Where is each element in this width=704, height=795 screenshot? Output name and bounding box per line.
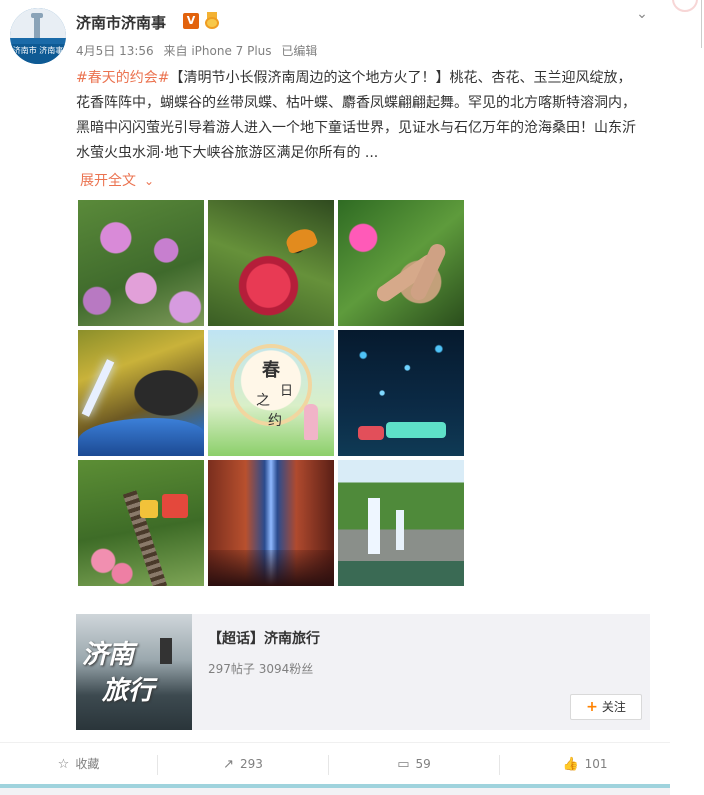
favorite-button[interactable]: ☆ 收藏 bbox=[0, 743, 157, 785]
waterfall bbox=[368, 498, 380, 554]
favorite-label: 收藏 bbox=[75, 757, 100, 771]
boat bbox=[386, 422, 446, 438]
comment-button[interactable]: ▭ 59 bbox=[329, 743, 499, 785]
post-meta: 4月5日 13:56 来自 iPhone 7 Plus 已编辑 bbox=[76, 42, 323, 59]
image-thumbnail-waterfall[interactable] bbox=[338, 460, 464, 586]
boat bbox=[358, 426, 384, 440]
post-timestamp[interactable]: 4月5日 13:56 bbox=[76, 44, 154, 58]
plus-icon: + bbox=[586, 699, 598, 715]
topic-stats: 297帖子 3094粉丝 bbox=[208, 662, 314, 676]
cave-path bbox=[78, 418, 204, 456]
image-thumbnail-spring-poster[interactable]: 春 日 之 约 bbox=[208, 330, 334, 456]
expand-label: 展开全文 bbox=[80, 173, 136, 189]
canyon-shadow bbox=[208, 550, 334, 586]
stamp-decoration bbox=[672, 0, 698, 12]
image-grid: 春 日 之 约 bbox=[78, 200, 464, 586]
train-car bbox=[140, 500, 158, 518]
topic-image[interactable]: 济南 旅行 bbox=[76, 614, 192, 730]
comment-icon: ▭ bbox=[397, 757, 410, 772]
comment-count: 59 bbox=[415, 757, 431, 771]
medal-icon[interactable] bbox=[204, 12, 220, 30]
waterfall bbox=[396, 510, 404, 550]
cave-light bbox=[81, 359, 115, 417]
like-count: 101 bbox=[584, 757, 608, 771]
image-thumbnail-hands-butterfly[interactable] bbox=[338, 200, 464, 326]
image-thumbnail-glowworm-cave[interactable] bbox=[338, 330, 464, 456]
bottom-accent-bar bbox=[0, 784, 670, 788]
avatar[interactable]: 济南市 济南事 bbox=[10, 8, 66, 64]
right-edge-panel bbox=[670, 0, 704, 795]
butterfly-wing bbox=[283, 225, 319, 255]
avatar-tower bbox=[34, 16, 40, 38]
image-thumbnail-cave[interactable] bbox=[78, 330, 204, 456]
thumbs-up-icon: 👍 bbox=[562, 757, 579, 772]
topic-title[interactable]: 【超话】济南旅行 bbox=[208, 628, 320, 648]
image-thumbnail-mini-train[interactable] bbox=[78, 460, 204, 586]
repost-count: 293 bbox=[240, 757, 263, 771]
image-thumbnail-butterfly-rose[interactable] bbox=[208, 200, 334, 326]
poster-text: 春 bbox=[262, 360, 280, 381]
repost-button[interactable]: ↗ 293 bbox=[158, 743, 328, 785]
poster-text: 约 bbox=[268, 413, 282, 429]
expand-full-text-link[interactable]: 展开全文 ⌄ bbox=[80, 170, 154, 190]
image-thumbnail-canyon-waterfall[interactable] bbox=[208, 460, 334, 586]
weibo-post-card: 济南市 济南事 济南市济南事 V ⌄ 4月5日 13:56 来自 iPhone … bbox=[0, 0, 670, 788]
like-button[interactable]: 👍 101 bbox=[500, 743, 670, 785]
hashtag-link[interactable]: #春天的约会# bbox=[76, 70, 169, 86]
train-car bbox=[162, 494, 188, 518]
pagoda-silhouette bbox=[160, 638, 172, 664]
star-icon: ☆ bbox=[57, 757, 70, 772]
edited-label[interactable]: 已编辑 bbox=[281, 44, 317, 58]
verified-badge[interactable]: V bbox=[183, 13, 199, 29]
repost-icon: ↗ bbox=[223, 757, 234, 772]
username-link[interactable]: 济南市济南事 bbox=[76, 12, 166, 33]
chevron-down-icon[interactable]: ⌄ bbox=[632, 6, 652, 22]
topic-image-text: 济南 bbox=[82, 640, 135, 670]
super-topic-card[interactable]: 济南 旅行 【超话】济南旅行 297帖子 3094粉丝 + 关注 bbox=[76, 614, 650, 730]
image-thumbnail-flowers[interactable] bbox=[78, 200, 204, 326]
vertical-rule bbox=[701, 0, 702, 48]
topic-image-text: 旅行 bbox=[102, 676, 155, 706]
poster-text: 日 bbox=[280, 384, 294, 399]
poster-text: 之 bbox=[256, 393, 270, 409]
action-bar: ☆ 收藏 ↗ 293 ▭ 59 👍 101 bbox=[0, 742, 670, 784]
follow-button[interactable]: + 关注 bbox=[570, 694, 642, 720]
chevron-down-icon: ⌄ bbox=[144, 174, 155, 188]
avatar-text: 济南市 济南事 bbox=[12, 46, 64, 55]
post-content: #春天的约会#【清明节小长假济南周边的这个地方火了！】桃花、杏花、玉兰迎风绽放，… bbox=[76, 66, 642, 166]
follow-label: 关注 bbox=[601, 700, 626, 714]
poster-figure bbox=[304, 404, 318, 440]
post-source[interactable]: 来自 iPhone 7 Plus bbox=[164, 44, 272, 58]
